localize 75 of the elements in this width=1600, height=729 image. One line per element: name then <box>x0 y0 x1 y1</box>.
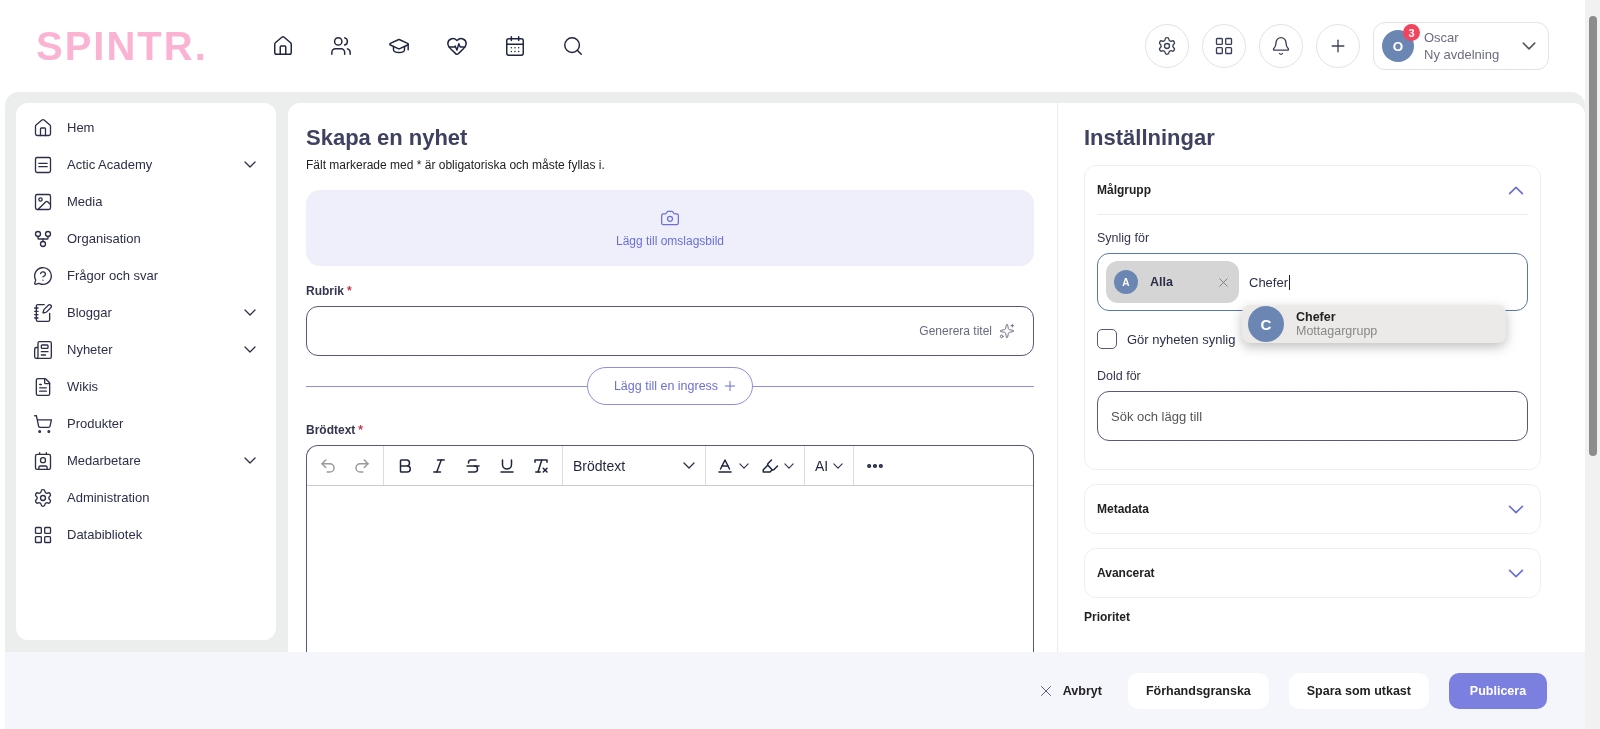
home-icon <box>33 117 53 138</box>
sidebar-item[interactable]: Medarbetare <box>16 442 276 479</box>
section-header[interactable]: Avancerat <box>1097 549 1528 597</box>
user-name: Oscar <box>1424 29 1460 46</box>
settings-title: Inställningar <box>1084 125 1216 151</box>
add-button[interactable] <box>1316 24 1360 68</box>
checkbox[interactable] <box>1097 329 1117 349</box>
grid-icon <box>1214 36 1234 56</box>
field-label: Rubrik <box>306 284 344 298</box>
search-query: Chefer <box>1249 274 1291 290</box>
chevron-down-icon <box>784 462 794 469</box>
checkbox-label: Gör nyheten synlig <box>1127 331 1236 347</box>
sidebar-item[interactable]: Actic Academy <box>16 146 276 183</box>
required-mark: * <box>347 284 352 298</box>
required-note: Fält markerade med * är obligatoriska och måste fyllas i. <box>306 158 606 172</box>
field-label: Prioritet <box>1084 610 1131 624</box>
add-ingress-button[interactable]: Lägg till en ingress <box>586 367 754 405</box>
title-field[interactable]: Generera titel <box>306 306 1034 356</box>
avatar: C <box>1248 306 1284 342</box>
settings-icon <box>1157 36 1177 56</box>
section-header[interactable]: Målgrupp <box>1097 166 1528 214</box>
user-menu[interactable]: O 3 Oscar Ny avdelning <box>1373 22 1549 70</box>
camera-icon <box>660 208 680 228</box>
secondary-button[interactable]: Förhandsgranska <box>1127 672 1269 709</box>
field-label: Brödtext <box>306 423 356 437</box>
user-department: Ny avdelning <box>1424 46 1501 63</box>
search-field[interactable]: Sök och lägg till <box>1097 391 1528 441</box>
publish-button[interactable]: Publicera <box>1449 672 1547 709</box>
sidebar-item[interactable]: Administration <box>16 479 276 516</box>
cover-image-upload[interactable]: Lägg till omslagsbild <box>306 190 1034 266</box>
required-mark: * <box>358 423 363 437</box>
sidebar-item[interactable]: Frågor och svar <box>16 257 276 294</box>
branch-icon <box>33 228 53 249</box>
settings-icon <box>33 487 53 508</box>
contact-card-icon <box>33 450 53 471</box>
secondary-button[interactable]: Spara som utkast <box>1288 672 1429 709</box>
ai-dropdown[interactable]: AI <box>811 450 848 481</box>
cart-icon <box>33 413 53 434</box>
chevron-down-icon <box>1522 42 1536 50</box>
image-icon <box>33 191 53 212</box>
settings-button[interactable] <box>1145 24 1189 68</box>
text-color-icon <box>716 456 734 475</box>
sidebar-item[interactable]: Media <box>16 183 276 220</box>
sidebar-item[interactable]: Bloggar <box>16 294 276 331</box>
sidebar-item[interactable]: Organisation <box>16 220 276 257</box>
square-icon <box>33 154 53 175</box>
generate-title-button[interactable]: Generera titel <box>919 323 1015 339</box>
apps-button[interactable] <box>1202 24 1246 68</box>
page-title: Skapa en nyhet <box>306 125 469 151</box>
grid-icon <box>33 524 53 545</box>
scrollbar[interactable] <box>1585 0 1600 729</box>
sidebar-item[interactable]: Wikis <box>16 368 276 405</box>
section-header[interactable]: Metadata <box>1097 485 1528 533</box>
format-dropdown[interactable]: Brödtext <box>569 450 699 481</box>
sidebar-item[interactable]: Produkter <box>16 405 276 442</box>
question-bubble-icon <box>33 265 53 286</box>
notebook-pen-icon <box>33 302 53 323</box>
newspaper-icon <box>33 339 53 360</box>
field-label: Dold för <box>1097 369 1142 383</box>
avatar: A <box>1114 270 1138 294</box>
field-label: Synlig för <box>1097 231 1151 245</box>
highlighter-icon <box>761 456 779 475</box>
document-icon <box>33 376 53 397</box>
notification-badge: 3 <box>1403 24 1420 41</box>
bell-icon <box>1271 36 1291 56</box>
sidebar-item[interactable]: Hem <box>16 109 276 146</box>
chevron-down-icon <box>683 462 695 469</box>
sidebar-item[interactable]: Nyheter <box>16 331 276 368</box>
chevron-down-icon <box>739 462 749 469</box>
cancel-button[interactable]: Avbryt <box>1030 672 1108 709</box>
chip-label: Alla <box>1150 275 1173 289</box>
sparkles-icon <box>999 323 1015 339</box>
chevron-down-icon <box>833 462 844 469</box>
sidebar-item[interactable]: Databibliotek <box>16 516 276 553</box>
notifications-button[interactable] <box>1259 24 1303 68</box>
